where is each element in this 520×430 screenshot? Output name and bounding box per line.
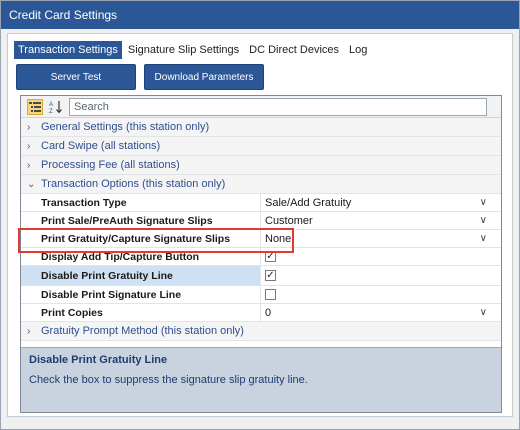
print-gratuity-slips-dropdown[interactable]: None ∨ (261, 230, 501, 247)
settings-panel: Transaction Settings Signature Slip Sett… (7, 33, 513, 417)
chevron-down-icon[interactable]: ∨ (480, 212, 487, 230)
property-row-disable-print-signature[interactable]: Disable Print Signature Line (21, 286, 501, 304)
server-test-button[interactable]: Server Test (16, 64, 136, 90)
svg-text:Z: Z (49, 109, 53, 114)
tab-strip: Transaction Settings Signature Slip Sett… (14, 40, 373, 60)
tab-dc-direct-devices[interactable]: DC Direct Devices (245, 41, 343, 59)
sort-alpha-icon[interactable]: A Z (48, 99, 64, 115)
disable-print-signature-checkbox[interactable] (265, 289, 276, 300)
dropdown-value: Sale/Add Gratuity (265, 196, 352, 209)
category-label: Transaction Options (this station only) (41, 177, 226, 190)
property-name: Print Gratuity/Capture Signature Slips (21, 230, 261, 247)
display-add-tip-checkbox[interactable]: ✓ (265, 251, 276, 262)
tab-log[interactable]: Log (345, 41, 371, 59)
dropdown-value: Customer (265, 214, 313, 227)
category-label: Card Swipe (all stations) (41, 139, 161, 152)
transaction-type-dropdown[interactable]: Sale/Add Gratuity ∨ (261, 194, 501, 211)
search-input[interactable] (69, 97, 487, 116)
description-panel: Disable Print Gratuity Line Check the bo… (21, 347, 501, 412)
property-name: Transaction Type (21, 194, 261, 211)
chevron-down-icon[interactable]: ∨ (480, 230, 487, 248)
chevron-right-icon: › (27, 159, 31, 171)
window-title: Credit Card Settings (1, 1, 519, 29)
chevron-down-icon[interactable]: ∨ (480, 304, 487, 322)
category-transaction-options[interactable]: ⌄ Transaction Options (this station only… (21, 175, 501, 194)
property-name: Disable Print Signature Line (21, 286, 261, 303)
dropdown-value: None (265, 232, 292, 245)
chevron-down-icon[interactable]: ∨ (480, 194, 487, 212)
category-label: Gratuity Prompt Method (this station onl… (41, 324, 244, 337)
category-label: General Settings (this station only) (41, 120, 210, 133)
property-name: Print Sale/PreAuth Signature Slips (21, 212, 261, 229)
property-name: Disable Print Gratuity Line (21, 266, 261, 285)
property-grid-toolbar: A Z (21, 96, 501, 118)
property-row-print-sale-slips[interactable]: Print Sale/PreAuth Signature Slips Custo… (21, 212, 501, 230)
print-copies-dropdown[interactable]: 0 ∨ (261, 304, 501, 321)
credit-card-settings-window: Credit Card Settings Transaction Setting… (0, 0, 520, 430)
property-name: Display Add Tip/Capture Button (21, 248, 261, 265)
category-processing-fee[interactable]: › Processing Fee (all stations) (21, 156, 501, 175)
categorized-view-icon[interactable] (27, 98, 43, 115)
category-general-settings[interactable]: › General Settings (this station only) (21, 118, 501, 137)
property-row-transaction-type[interactable]: Transaction Type Sale/Add Gratuity ∨ (21, 194, 501, 212)
property-row-disable-print-gratuity[interactable]: Disable Print Gratuity Line ✓ (21, 266, 501, 286)
chevron-right-icon: › (27, 140, 31, 152)
category-label: Processing Fee (all stations) (41, 158, 180, 171)
chevron-right-icon: › (27, 325, 31, 337)
property-grid: A Z › General Settings (this station onl… (20, 95, 502, 413)
svg-text:A: A (49, 102, 53, 108)
property-row-print-gratuity-slips[interactable]: Print Gratuity/Capture Signature Slips N… (21, 230, 501, 248)
category-gratuity-prompt-method[interactable]: › Gratuity Prompt Method (this station o… (21, 322, 501, 341)
chevron-down-icon: ⌄ (27, 178, 36, 190)
description-text: Check the box to suppress the signature … (29, 374, 308, 386)
category-card-swipe[interactable]: › Card Swipe (all stations) (21, 137, 501, 156)
tab-transaction-settings[interactable]: Transaction Settings (14, 41, 122, 59)
property-row-print-copies[interactable]: Print Copies 0 ∨ (21, 304, 501, 322)
print-sale-slips-dropdown[interactable]: Customer ∨ (261, 212, 501, 229)
property-row-display-add-tip[interactable]: Display Add Tip/Capture Button ✓ (21, 248, 501, 266)
download-parameters-button[interactable]: Download Parameters (144, 64, 264, 90)
description-title: Disable Print Gratuity Line (29, 354, 168, 366)
dropdown-value: 0 (265, 306, 272, 319)
chevron-right-icon: › (27, 121, 31, 133)
disable-print-gratuity-checkbox[interactable]: ✓ (265, 270, 276, 281)
tab-signature-slip-settings[interactable]: Signature Slip Settings (124, 41, 243, 59)
property-name: Print Copies (21, 304, 261, 321)
action-buttons: Server Test Download Parameters (16, 64, 264, 92)
